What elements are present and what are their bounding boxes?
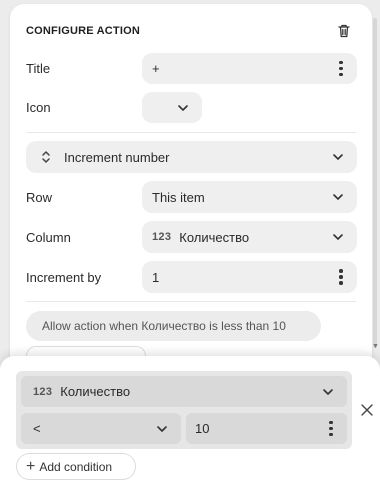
kebab-menu-icon[interactable] xyxy=(321,419,341,439)
divider xyxy=(26,132,356,133)
chevron-down-icon xyxy=(178,104,188,111)
condition-summary-pill[interactable]: Allow action when Количество is less tha… xyxy=(26,311,321,341)
title-input[interactable]: + xyxy=(142,61,331,76)
operator-select[interactable]: < xyxy=(21,413,181,444)
add-condition-button[interactable]: + Add condition xyxy=(16,453,136,480)
icon-label: Icon xyxy=(26,100,51,115)
column-value: Количество xyxy=(179,229,250,245)
row-select[interactable]: This item xyxy=(142,181,357,213)
chevron-down-icon xyxy=(333,234,343,240)
scrollbar[interactable] xyxy=(373,18,377,348)
row-label: Row xyxy=(26,190,53,205)
scroll-down-arrow-icon[interactable]: ▼ xyxy=(372,343,379,350)
condition-value-input[interactable]: 10 xyxy=(186,421,321,436)
icon-picker[interactable] xyxy=(142,92,202,123)
kebab-menu-icon[interactable] xyxy=(331,59,351,79)
condition-summary-text: Allow action when Количество is less tha… xyxy=(42,319,286,333)
close-icon[interactable] xyxy=(360,403,374,417)
chevron-down-icon xyxy=(323,388,333,395)
add-condition-label: Add condition xyxy=(39,459,113,474)
action-type-select[interactable]: Increment number xyxy=(26,141,357,173)
divider xyxy=(26,301,356,302)
increment-input[interactable]: 1 xyxy=(142,270,331,285)
chevron-down-icon xyxy=(333,154,343,160)
column-select[interactable]: 123 Количество xyxy=(142,221,357,253)
number-type-icon: 123 xyxy=(152,231,172,243)
kebab-menu-icon[interactable] xyxy=(331,267,351,287)
chevron-down-icon xyxy=(333,194,343,200)
number-type-icon: 123 xyxy=(33,385,53,398)
row-value: This item xyxy=(152,189,205,205)
title-field[interactable]: + xyxy=(142,53,357,84)
action-type-label: Increment number xyxy=(64,149,170,165)
panel-title: CONFIGURE ACTION xyxy=(26,25,141,37)
column-label: Column xyxy=(26,230,71,245)
condition-field-value: Количество xyxy=(60,384,131,399)
trash-icon[interactable] xyxy=(336,23,352,39)
plus-icon: + xyxy=(26,457,36,475)
chevron-down-icon xyxy=(157,425,167,432)
title-label: Title xyxy=(26,61,51,76)
condition-value-field[interactable]: 10 xyxy=(186,413,347,444)
increment-label: Increment by xyxy=(26,270,102,285)
condition-field-select[interactable]: 123 Количество xyxy=(21,376,347,407)
sort-updown-icon xyxy=(42,151,50,163)
operator-value: < xyxy=(33,421,41,436)
increment-field[interactable]: 1 xyxy=(142,261,357,293)
